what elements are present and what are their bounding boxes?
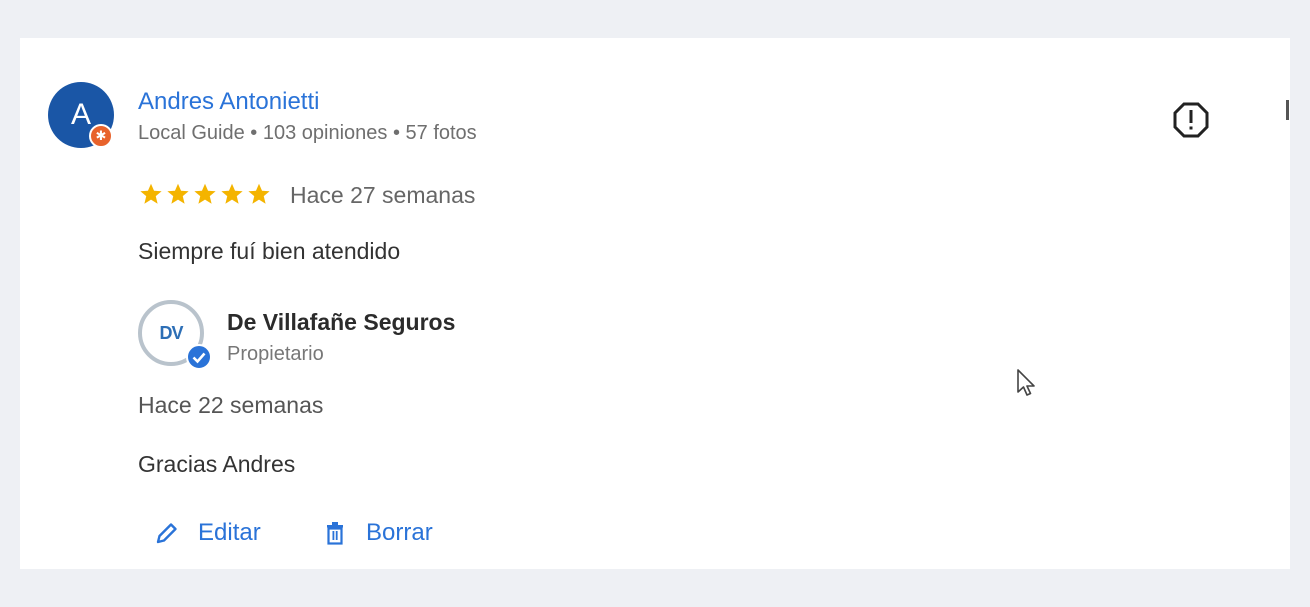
avatar-letter: A <box>70 98 91 131</box>
delete-button[interactable]: Borrar <box>322 516 433 550</box>
owner-role: Propietario <box>227 343 324 365</box>
reviewer-meta: Local Guide • 103 opiniones • 57 fotos <box>138 122 477 144</box>
overflow-edge <box>1286 100 1289 120</box>
star-icon <box>248 183 270 204</box>
star-icon <box>140 183 162 204</box>
star-icon <box>167 183 189 204</box>
local-guide-badge-icon: ✱ <box>89 124 113 148</box>
report-icon[interactable] <box>1173 102 1209 138</box>
verified-check-icon <box>186 344 212 370</box>
owner-name: De Villafañe Seguros <box>227 309 456 335</box>
star-icon <box>221 183 243 204</box>
edit-button[interactable]: Editar <box>154 516 261 550</box>
pencil-icon <box>156 523 177 544</box>
delete-label: Borrar <box>366 519 433 546</box>
reply-date: Hace 22 semanas <box>138 392 324 418</box>
trash-icon <box>327 522 343 545</box>
mouse-cursor-icon <box>1017 369 1035 396</box>
reply-text: Gracias Andres <box>138 451 296 477</box>
star-icon <box>194 183 216 204</box>
review-text: Siempre fuí bien atendido <box>138 238 401 264</box>
review-date: Hace 27 semanas <box>290 182 476 208</box>
reviewer-name[interactable]: Andres Antonietti <box>138 88 319 116</box>
review-card: A ✱ Andres Antonietti Local Guide • 103 … <box>20 38 1290 569</box>
star-rating <box>138 181 272 207</box>
owner-logo-text: DV <box>159 322 183 343</box>
edit-label: Editar <box>198 519 261 546</box>
